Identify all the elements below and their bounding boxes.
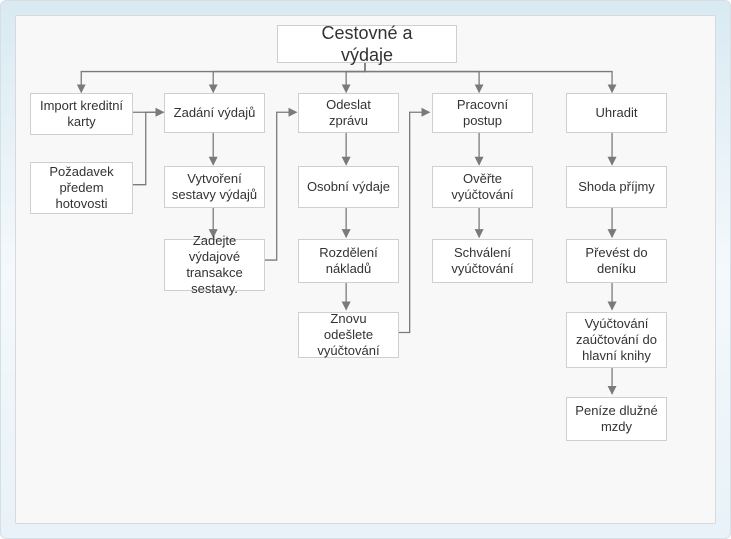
node-personal-expenses: Osobní výdaje [298, 166, 399, 208]
node-post-gl: Vyúčtování zaúčtování do hlavní knihy [566, 312, 667, 368]
node-workflow: Pracovní postup [432, 93, 533, 133]
node-reimburse: Uhradit [566, 93, 667, 133]
node-resend-report: Znovu odešlete vyúčtování [298, 312, 399, 358]
node-transfer-journal: Převést do deníku [566, 239, 667, 283]
node-enter-expenses: Zadání výdajů [164, 93, 265, 133]
diagram-panel: Cestovné a výdaje Import kreditní karty … [15, 15, 716, 524]
node-cash-advance: Požadavek předem hotovosti [30, 162, 133, 214]
node-create-report: Vytvoření sestavy výdajů [164, 166, 265, 208]
node-match-receipts: Shoda příjmy [566, 166, 667, 208]
node-cost-split: Rozdělení nákladů [298, 239, 399, 283]
node-send-report: Odeslat zprávu [298, 93, 399, 133]
node-title: Cestovné a výdaje [277, 25, 457, 63]
diagram-canvas: Cestovné a výdaje Import kreditní karty … [0, 0, 731, 539]
node-verify-report: Ověřte vyúčtování [432, 166, 533, 208]
node-import-card: Import kreditní karty [30, 93, 133, 135]
node-money-owed: Peníze dlužné mzdy [566, 397, 667, 441]
node-enter-report-tx: Zadejte výdajové transakce sestavy. [164, 239, 265, 291]
node-approve-report: Schválení vyúčtování [432, 239, 533, 283]
